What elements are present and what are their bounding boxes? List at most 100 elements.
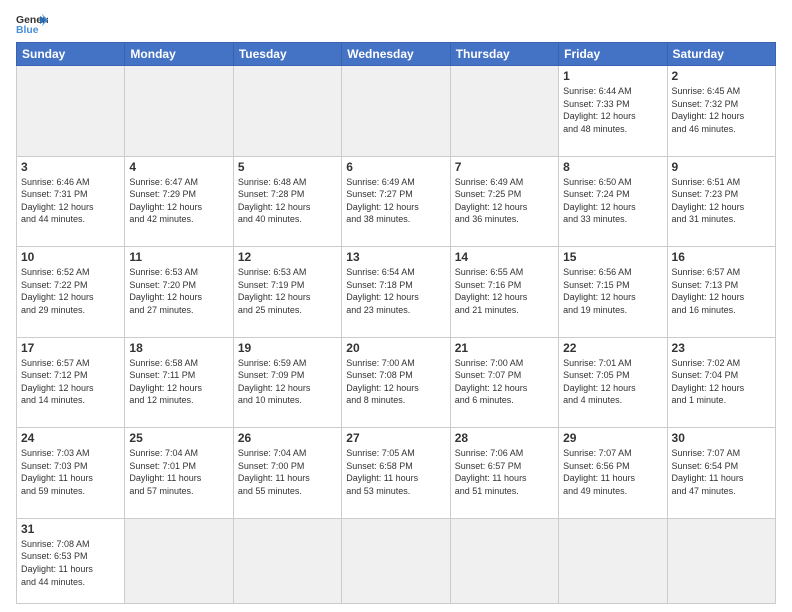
logo: General Blue — [16, 12, 48, 36]
day-info: Sunrise: 7:04 AM Sunset: 7:01 PM Dayligh… — [129, 447, 228, 497]
day-info: Sunrise: 6:51 AM Sunset: 7:23 PM Dayligh… — [672, 176, 771, 226]
calendar-cell: 6Sunrise: 6:49 AM Sunset: 7:27 PM Daylig… — [342, 156, 450, 247]
day-info: Sunrise: 6:54 AM Sunset: 7:18 PM Dayligh… — [346, 266, 445, 316]
day-number: 29 — [563, 431, 662, 445]
day-number: 26 — [238, 431, 337, 445]
calendar-cell — [667, 518, 775, 603]
day-info: Sunrise: 6:48 AM Sunset: 7:28 PM Dayligh… — [238, 176, 337, 226]
calendar-cell: 19Sunrise: 6:59 AM Sunset: 7:09 PM Dayli… — [233, 337, 341, 428]
calendar-cell: 12 Sunrise: 6:53 AM Sunset: 7:19 PM Dayli… — [233, 247, 341, 338]
calendar-cell: 13Sunrise: 6:54 AM Sunset: 7:18 PM Dayli… — [342, 247, 450, 338]
day-number: 10 — [21, 250, 120, 264]
calendar-cell: 11 Sunrise: 6:53 AM Sunset: 7:20 PM Dayli… — [125, 247, 233, 338]
day-number: 3 — [21, 160, 120, 174]
calendar-cell: 30Sunrise: 7:07 AM Sunset: 6:54 PM Dayli… — [667, 428, 775, 519]
calendar-cell: 20 Sunrise: 7:00 AM Sunset: 7:08 PM Dayli… — [342, 337, 450, 428]
day-number: 6 — [346, 160, 445, 174]
calendar-cell: 8 Sunrise: 6:50 AM Sunset: 7:24 PM Daylig… — [559, 156, 667, 247]
day-info: Sunrise: 7:00 AM Sunset: 7:07 PM Dayligh… — [455, 357, 554, 407]
calendar-cell — [233, 66, 341, 157]
day-number: 4 — [129, 160, 228, 174]
day-info: Sunrise: 6:53 AM Sunset: 7:19 PM Dayligh… — [238, 266, 337, 316]
day-number: 11 — [129, 250, 228, 264]
calendar-cell: 22 Sunrise: 7:01 AM Sunset: 7:05 PM Dayli… — [559, 337, 667, 428]
calendar-cell — [342, 66, 450, 157]
day-number: 28 — [455, 431, 554, 445]
day-info: Sunrise: 6:53 AM Sunset: 7:20 PM Dayligh… — [129, 266, 228, 316]
day-number: 21 — [455, 341, 554, 355]
calendar-cell: 10 Sunrise: 6:52 AM Sunset: 7:22 PM Dayli… — [17, 247, 125, 338]
day-info: Sunrise: 6:57 AM Sunset: 7:13 PM Dayligh… — [672, 266, 771, 316]
day-info: Sunrise: 7:03 AM Sunset: 7:03 PM Dayligh… — [21, 447, 120, 497]
calendar-week-row: 10 Sunrise: 6:52 AM Sunset: 7:22 PM Dayli… — [17, 247, 776, 338]
day-number: 31 — [21, 522, 120, 536]
calendar-cell: 3 Sunrise: 6:46 AM Sunset: 7:31 PM Daylig… — [17, 156, 125, 247]
day-number: 7 — [455, 160, 554, 174]
calendar-cell — [125, 66, 233, 157]
calendar-cell — [342, 518, 450, 603]
calendar-cell: 24 Sunrise: 7:03 AM Sunset: 7:03 PM Dayli… — [17, 428, 125, 519]
calendar-cell: 27Sunrise: 7:05 AM Sunset: 6:58 PM Dayli… — [342, 428, 450, 519]
calendar-cell: 29 Sunrise: 7:07 AM Sunset: 6:56 PM Dayli… — [559, 428, 667, 519]
day-info: Sunrise: 6:57 AM Sunset: 7:12 PM Dayligh… — [21, 357, 120, 407]
day-info: Sunrise: 6:52 AM Sunset: 7:22 PM Dayligh… — [21, 266, 120, 316]
day-info: Sunrise: 7:04 AM Sunset: 7:00 PM Dayligh… — [238, 447, 337, 497]
calendar-cell: 16 Sunrise: 6:57 AM Sunset: 7:13 PM Dayli… — [667, 247, 775, 338]
day-info: Sunrise: 7:06 AM Sunset: 6:57 PM Dayligh… — [455, 447, 554, 497]
weekday-header-tuesday: Tuesday — [233, 43, 341, 66]
day-number: 1 — [563, 69, 662, 83]
day-info: Sunrise: 6:59 AM Sunset: 7:09 PM Dayligh… — [238, 357, 337, 407]
svg-text:Blue: Blue — [16, 25, 39, 36]
calendar-cell: 21 Sunrise: 7:00 AM Sunset: 7:07 PM Dayli… — [450, 337, 558, 428]
day-number: 27 — [346, 431, 445, 445]
weekday-header-row: SundayMondayTuesdayWednesdayThursdayFrid… — [17, 43, 776, 66]
day-info: Sunrise: 6:44 AM Sunset: 7:33 PM Dayligh… — [563, 85, 662, 135]
day-info: Sunrise: 7:01 AM Sunset: 7:05 PM Dayligh… — [563, 357, 662, 407]
calendar-cell: 5Sunrise: 6:48 AM Sunset: 7:28 PM Daylig… — [233, 156, 341, 247]
day-number: 14 — [455, 250, 554, 264]
page: General Blue SundayMondayTuesdayWednesda… — [0, 0, 792, 612]
weekday-header-thursday: Thursday — [450, 43, 558, 66]
calendar-cell — [450, 66, 558, 157]
day-info: Sunrise: 6:49 AM Sunset: 7:25 PM Dayligh… — [455, 176, 554, 226]
calendar-cell: 15Sunrise: 6:56 AM Sunset: 7:15 PM Dayli… — [559, 247, 667, 338]
calendar-cell: 9Sunrise: 6:51 AM Sunset: 7:23 PM Daylig… — [667, 156, 775, 247]
day-info: Sunrise: 6:45 AM Sunset: 7:32 PM Dayligh… — [672, 85, 771, 135]
day-info: Sunrise: 7:00 AM Sunset: 7:08 PM Dayligh… — [346, 357, 445, 407]
day-info: Sunrise: 7:07 AM Sunset: 6:56 PM Dayligh… — [563, 447, 662, 497]
weekday-header-sunday: Sunday — [17, 43, 125, 66]
day-number: 22 — [563, 341, 662, 355]
calendar-cell: 4 Sunrise: 6:47 AM Sunset: 7:29 PM Daylig… — [125, 156, 233, 247]
day-number: 16 — [672, 250, 771, 264]
day-number: 24 — [21, 431, 120, 445]
calendar-cell: 31 Sunrise: 7:08 AM Sunset: 6:53 PM Dayli… — [17, 518, 125, 603]
calendar-cell: 25 Sunrise: 7:04 AM Sunset: 7:01 PM Dayli… — [125, 428, 233, 519]
day-number: 20 — [346, 341, 445, 355]
day-number: 25 — [129, 431, 228, 445]
day-number: 8 — [563, 160, 662, 174]
calendar-cell — [17, 66, 125, 157]
calendar-cell — [125, 518, 233, 603]
calendar-cell — [559, 518, 667, 603]
day-info: Sunrise: 6:50 AM Sunset: 7:24 PM Dayligh… — [563, 176, 662, 226]
calendar-week-row: 24 Sunrise: 7:03 AM Sunset: 7:03 PM Dayli… — [17, 428, 776, 519]
logo-icon: General Blue — [16, 12, 48, 36]
day-info: Sunrise: 6:58 AM Sunset: 7:11 PM Dayligh… — [129, 357, 228, 407]
day-info: Sunrise: 7:07 AM Sunset: 6:54 PM Dayligh… — [672, 447, 771, 497]
calendar-week-row: 1 Sunrise: 6:44 AM Sunset: 7:33 PM Daylig… — [17, 66, 776, 157]
calendar-week-row: 17Sunrise: 6:57 AM Sunset: 7:12 PM Dayli… — [17, 337, 776, 428]
day-number: 23 — [672, 341, 771, 355]
weekday-header-saturday: Saturday — [667, 43, 775, 66]
day-number: 18 — [129, 341, 228, 355]
day-number: 12 — [238, 250, 337, 264]
weekday-header-friday: Friday — [559, 43, 667, 66]
day-info: Sunrise: 6:47 AM Sunset: 7:29 PM Dayligh… — [129, 176, 228, 226]
calendar-cell — [450, 518, 558, 603]
weekday-header-monday: Monday — [125, 43, 233, 66]
day-info: Sunrise: 7:08 AM Sunset: 6:53 PM Dayligh… — [21, 538, 120, 588]
calendar-cell: 2Sunrise: 6:45 AM Sunset: 7:32 PM Daylig… — [667, 66, 775, 157]
calendar-week-row: 3 Sunrise: 6:46 AM Sunset: 7:31 PM Daylig… — [17, 156, 776, 247]
calendar-table: SundayMondayTuesdayWednesdayThursdayFrid… — [16, 42, 776, 604]
day-info: Sunrise: 6:46 AM Sunset: 7:31 PM Dayligh… — [21, 176, 120, 226]
calendar-cell: 28 Sunrise: 7:06 AM Sunset: 6:57 PM Dayli… — [450, 428, 558, 519]
